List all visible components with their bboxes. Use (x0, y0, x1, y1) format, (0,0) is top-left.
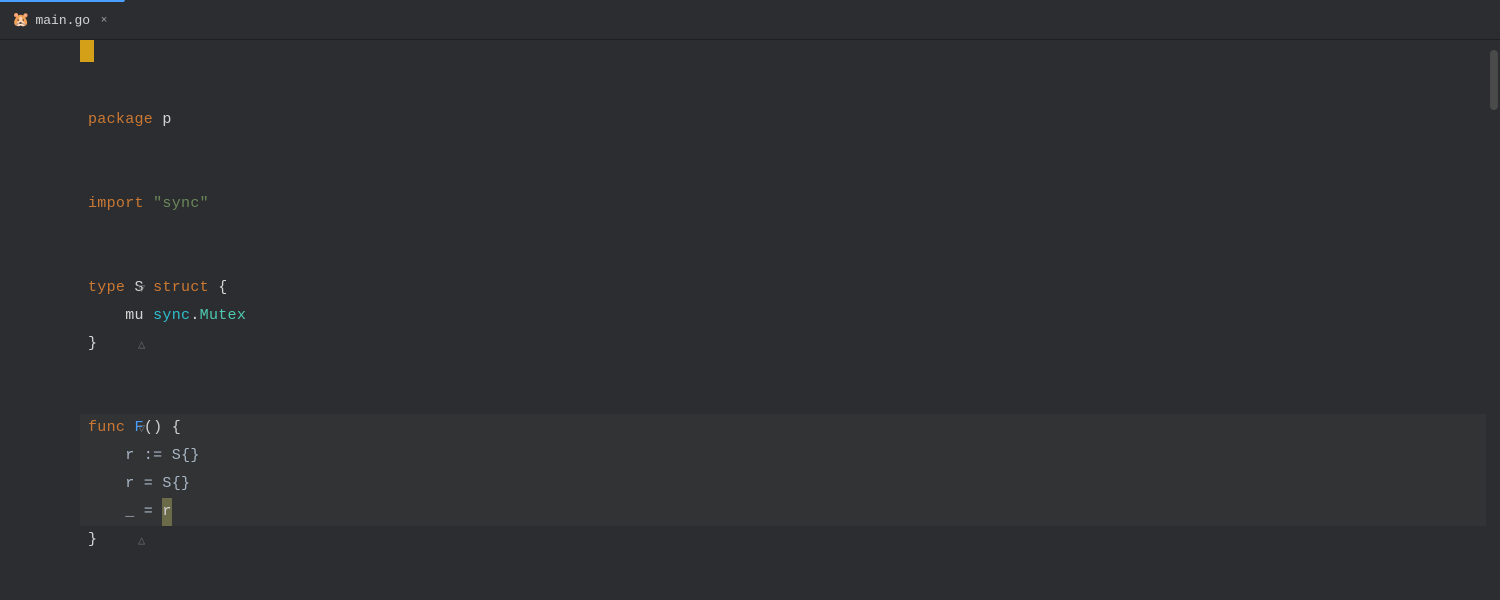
line-18-content: } (80, 526, 97, 554)
keyword-import: import (88, 190, 144, 218)
import-space (144, 190, 153, 218)
line-14: ▽ func F() { (80, 414, 1486, 442)
stmt-r1: r := S{} (88, 442, 200, 470)
line-17-content: _ = r (80, 498, 172, 526)
scrollbar-thumb[interactable] (1490, 50, 1498, 110)
line-5 (80, 162, 1486, 190)
tab-main-go[interactable]: 🐹 main.go × (0, 0, 125, 39)
line-7 (80, 218, 1486, 246)
line-10: mu sync.Mutex (80, 302, 1486, 330)
code-editor[interactable]: package p import "sync" ▽ (80, 40, 1486, 600)
type-space2 (144, 274, 153, 302)
line-9: ▽ type S struct { (80, 274, 1486, 302)
import-path: "sync" (153, 190, 209, 218)
line-3: package p (80, 106, 1486, 134)
tab-close-button[interactable]: × (96, 13, 112, 29)
cursor-r: r (162, 498, 171, 526)
code-lines: package p import "sync" ▽ (80, 40, 1486, 554)
fold-icon-func-close[interactable]: △ (138, 533, 145, 548)
line-10-content: mu sync.Mutex (80, 302, 246, 330)
minimap-highlight-bar (80, 40, 94, 62)
stmt-r2: r = S{} (88, 470, 190, 498)
tab-bar: 🐹 main.go × (0, 0, 1500, 40)
keyword-struct: struct (153, 274, 209, 302)
line-3-content: package p (80, 106, 172, 134)
line-13 (80, 386, 1486, 414)
line-number-gutter (0, 40, 80, 600)
func-space (125, 414, 134, 442)
keyword-type: type (88, 274, 125, 302)
line-14-content: func F() { (80, 414, 181, 442)
line-17: _ = r (80, 498, 1486, 526)
package-name: p (153, 106, 172, 134)
type-space1 (125, 274, 134, 302)
fold-icon-type[interactable]: ▽ (138, 281, 145, 296)
keyword-func: func (88, 414, 125, 442)
field-dot: . (190, 302, 199, 330)
line-16-content: r = S{} (80, 470, 190, 498)
line-15: r := S{} (80, 442, 1486, 470)
close-brace-type: } (88, 330, 97, 358)
field-indent: mu (88, 302, 153, 330)
fold-icon-func[interactable]: ▽ (138, 421, 145, 436)
line-11: △ } (80, 330, 1486, 358)
func-parens-brace: () { (144, 414, 181, 442)
line-16: r = S{} (80, 470, 1486, 498)
line-18: △ } (80, 526, 1486, 554)
keyword-package: package (88, 106, 153, 134)
line-15-content: r := S{} (80, 442, 200, 470)
stmt-blank: _ = (88, 498, 162, 526)
vertical-scrollbar[interactable] (1486, 40, 1500, 600)
struct-brace: { (209, 274, 228, 302)
line-4 (80, 134, 1486, 162)
line-6-content: import "sync" (80, 190, 209, 218)
line-12 (80, 358, 1486, 386)
line-2 (80, 78, 1486, 106)
line-9-content: type S struct { (80, 274, 228, 302)
tab-label: main.go (35, 13, 90, 28)
go-file-icon: 🐹 (12, 12, 29, 29)
line-1 (80, 50, 1486, 78)
line-8 (80, 246, 1486, 274)
close-brace-func: } (88, 526, 97, 554)
app-window: 🐹 main.go × package p (0, 0, 1500, 600)
editor-container: package p import "sync" ▽ (0, 40, 1500, 600)
field-type-mutex: Mutex (200, 302, 247, 330)
line-6: import "sync" (80, 190, 1486, 218)
field-type-sync: sync (153, 302, 190, 330)
fold-icon-type-close[interactable]: △ (138, 337, 145, 352)
line-11-content: } (80, 330, 97, 358)
